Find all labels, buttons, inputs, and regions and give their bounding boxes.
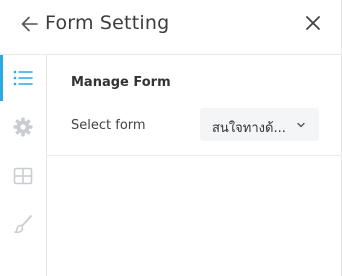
close-button[interactable] [302,12,324,34]
settings-nav-rail [0,55,47,276]
manage-form-section: Manage Form Select form สนใจทางด้... [47,56,342,156]
select-form-label: Select form [71,118,146,133]
section-title: Manage Form [71,75,171,90]
rail-item-layout[interactable] [0,153,46,199]
rail-item-manage-form[interactable] [0,55,46,101]
arrow-left-icon [21,16,38,32]
select-form-dropdown[interactable]: สนใจทางด้... [200,108,319,141]
rail-item-settings[interactable] [0,104,46,150]
form-setting-panel: Form Setting Manage Form Select form สนใ… [0,0,342,276]
close-icon [306,16,320,30]
rail-item-style[interactable] [0,201,46,247]
brush-icon [14,215,32,234]
chevron-down-icon [297,122,305,128]
page-title: Form Setting [45,12,170,34]
panel-header: Form Setting [0,0,342,55]
grid-icon [13,167,33,185]
back-button[interactable] [19,13,41,35]
gear-icon [13,117,33,137]
select-form-value: สนใจทางด้... [212,121,286,136]
list-icon [13,70,33,86]
